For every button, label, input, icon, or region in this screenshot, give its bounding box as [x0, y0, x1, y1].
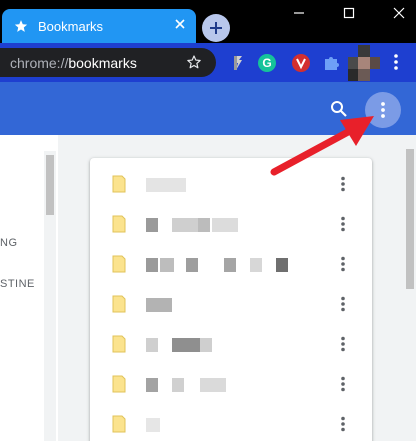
- bookmark-row[interactable]: [90, 324, 372, 364]
- redacted-title: [212, 218, 238, 232]
- close-window-button[interactable]: [376, 0, 416, 30]
- scrollbar-thumb[interactable]: [406, 149, 414, 289]
- redacted-title: [146, 218, 158, 232]
- folder-icon: [112, 215, 126, 238]
- maximize-icon: [343, 7, 355, 19]
- folder-icon: [112, 175, 126, 198]
- bookmark-row[interactable]: [90, 204, 372, 244]
- bookmark-star-icon[interactable]: [186, 54, 202, 75]
- redacted-title: [172, 338, 200, 352]
- address-bar[interactable]: chrome://bookmarks: [0, 48, 216, 77]
- redacted-title: [146, 338, 158, 352]
- more-vert-icon[interactable]: [340, 376, 346, 397]
- sidebar-item-label[interactable]: STINE: [0, 278, 35, 290]
- grammarly-icon[interactable]: G: [258, 54, 276, 72]
- feedly-icon[interactable]: [230, 54, 248, 72]
- url-text: chrome://bookmarks: [10, 55, 137, 71]
- close-icon: [393, 7, 405, 19]
- redacted-title: [146, 298, 172, 312]
- more-vert-icon[interactable]: [340, 216, 346, 237]
- redacted-title: [146, 418, 160, 432]
- more-vert-icon[interactable]: [340, 416, 346, 437]
- annotation-arrow: [270, 116, 374, 176]
- close-icon[interactable]: [173, 17, 187, 36]
- more-vert-icon[interactable]: [340, 336, 346, 357]
- profile-avatar[interactable]: [348, 43, 384, 81]
- bookmark-list: [90, 158, 372, 441]
- more-vert-icon[interactable]: [340, 256, 346, 277]
- tab-title: Bookmarks: [38, 19, 104, 34]
- chrome-menu-icon[interactable]: [393, 53, 399, 76]
- bookmark-row[interactable]: [90, 404, 372, 441]
- puzzle-icon[interactable]: [322, 54, 340, 72]
- extension-v-icon[interactable]: [292, 54, 310, 72]
- redacted-title: [200, 378, 226, 392]
- redacted-title: [186, 258, 198, 272]
- folder-icon: [112, 255, 126, 278]
- folder-icon: [112, 415, 126, 438]
- page-scrollbar[interactable]: [404, 135, 416, 441]
- sidebar-item-label[interactable]: NG: [0, 237, 18, 249]
- star-icon: [14, 19, 28, 38]
- redacted-title: [224, 258, 236, 272]
- folder-icon: [112, 335, 126, 358]
- bookmarks-content: NG STINE: [0, 135, 416, 441]
- redacted-title: [160, 258, 174, 272]
- redacted-title: [146, 378, 158, 392]
- bookmark-row[interactable]: [90, 244, 372, 284]
- redacted-title: [198, 218, 210, 232]
- bookmark-row[interactable]: [90, 364, 372, 404]
- browser-window: Bookmarks chrome://bookmarks G NG STINE: [0, 0, 416, 441]
- new-tab-button[interactable]: [202, 14, 230, 42]
- tab-bookmarks[interactable]: Bookmarks: [2, 9, 196, 43]
- sidebar-scrollbar[interactable]: [44, 151, 56, 441]
- scrollbar-thumb[interactable]: [46, 155, 54, 215]
- folder-icon: [112, 375, 126, 398]
- tab-strip: Bookmarks: [0, 0, 416, 43]
- folder-sidebar: NG STINE: [0, 135, 58, 441]
- folder-icon: [112, 295, 126, 318]
- minimize-icon: [294, 12, 304, 14]
- minimize-button[interactable]: [276, 0, 322, 30]
- redacted-title: [146, 258, 158, 272]
- redacted-title: [276, 258, 288, 272]
- plus-icon: [210, 22, 222, 34]
- more-vert-icon: [381, 102, 385, 118]
- redacted-title: [172, 378, 184, 392]
- maximize-button[interactable]: [326, 0, 372, 30]
- redacted-title: [250, 258, 262, 272]
- redacted-title: [172, 218, 198, 232]
- redacted-title: [146, 178, 186, 192]
- redacted-title: [200, 338, 212, 352]
- bookmark-row[interactable]: [90, 284, 372, 324]
- more-vert-icon[interactable]: [340, 296, 346, 317]
